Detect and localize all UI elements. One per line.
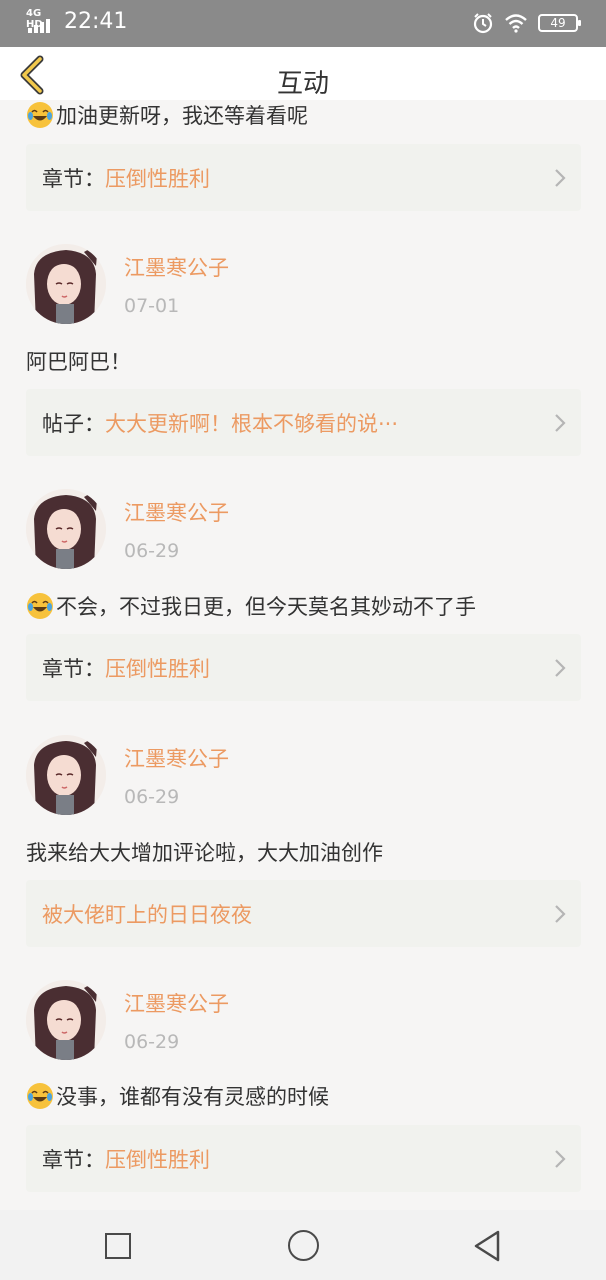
wifi-icon bbox=[505, 14, 527, 33]
laughing-tears-emoji-icon bbox=[27, 593, 53, 619]
reference-card[interactable]: 帖子： 大大更新啊！根本不够看的说··· bbox=[26, 389, 581, 456]
comment-text: 没事，谁都有没有灵感的时候 bbox=[26, 1081, 329, 1111]
laughing-tears-emoji-icon bbox=[27, 102, 53, 128]
comment-date: 06-29 bbox=[124, 1031, 180, 1053]
avatar-image bbox=[26, 244, 106, 324]
status-bar: 4G HD 22:41 49 bbox=[0, 0, 606, 47]
comment-text: 加油更新呀，我还等着看呢 bbox=[26, 100, 308, 130]
reference-title: 大大更新啊！根本不够看的说··· bbox=[105, 411, 399, 436]
reference-prefix: 章节： bbox=[42, 1147, 105, 1172]
avatar-image bbox=[26, 980, 106, 1060]
chevron-right-icon bbox=[555, 905, 566, 923]
page-title: 互动 bbox=[276, 69, 329, 99]
reference-card[interactable]: 章节： 压倒性胜利 bbox=[26, 634, 581, 701]
avatar-image bbox=[26, 735, 106, 815]
comment-date: 07-01 bbox=[124, 295, 180, 317]
username[interactable]: 江墨寒公子 bbox=[124, 743, 229, 773]
reference-title: 压倒性胜利 bbox=[105, 166, 210, 191]
network-icon: 4G HD bbox=[26, 8, 58, 34]
chevron-right-icon bbox=[555, 169, 566, 187]
avatar[interactable] bbox=[26, 489, 106, 569]
recent-apps-icon[interactable] bbox=[105, 1233, 131, 1259]
reference-card[interactable]: 章节： 压倒性胜利 bbox=[26, 144, 581, 211]
reference-prefix: 章节： bbox=[42, 656, 105, 681]
comment-date: 06-29 bbox=[124, 540, 180, 562]
comment-date: 06-29 bbox=[124, 786, 180, 808]
chevron-right-icon bbox=[555, 1150, 566, 1168]
chevron-right-icon bbox=[555, 414, 566, 432]
system-back-icon[interactable] bbox=[472, 1229, 502, 1263]
header: 互动 bbox=[0, 47, 606, 100]
reference-card[interactable]: 被大佬盯上的日日夜夜 bbox=[26, 880, 581, 947]
reference-prefix: 章节： bbox=[42, 166, 105, 191]
reference-prefix: 帖子： bbox=[42, 411, 105, 436]
battery-level: 49 bbox=[550, 16, 566, 30]
home-icon[interactable] bbox=[288, 1230, 319, 1261]
comment-body: 我来给大大增加评论啦，大大加油创作 bbox=[26, 841, 383, 865]
alarm-icon bbox=[473, 13, 493, 34]
reference-title: 被大佬盯上的日日夜夜 bbox=[42, 902, 252, 927]
laughing-tears-emoji-icon bbox=[27, 1083, 53, 1109]
username[interactable]: 江墨寒公子 bbox=[124, 252, 229, 282]
comment-text: 我来给大大增加评论啦，大大加油创作 bbox=[26, 837, 383, 867]
status-left: 4G HD 22:41 bbox=[26, 8, 128, 34]
interaction-list[interactable]: 加油更新呀，我还等着看呢 章节： 压倒性胜利 江墨寒公子 07-01 阿巴阿巴！… bbox=[0, 100, 606, 1210]
chevron-right-icon bbox=[555, 659, 566, 677]
system-nav-bar bbox=[0, 1210, 606, 1280]
battery-icon: 49 bbox=[538, 14, 581, 32]
reference-title: 压倒性胜利 bbox=[105, 1147, 210, 1172]
comment-body: 阿巴阿巴！ bbox=[26, 350, 131, 374]
username[interactable]: 江墨寒公子 bbox=[124, 497, 229, 527]
comment-body: 没事，谁都有没有灵感的时候 bbox=[56, 1085, 329, 1109]
reference-title: 压倒性胜利 bbox=[105, 656, 210, 681]
comment-text: 阿巴阿巴！ bbox=[26, 346, 131, 376]
comment-body: 不会，不过我日更，但今天莫名其妙动不了手 bbox=[56, 595, 476, 619]
reference-card[interactable]: 章节： 压倒性胜利 bbox=[26, 1125, 581, 1192]
avatar-image bbox=[26, 489, 106, 569]
avatar[interactable] bbox=[26, 980, 106, 1060]
comment-text: 不会，不过我日更，但今天莫名其妙动不了手 bbox=[26, 591, 476, 621]
avatar[interactable] bbox=[26, 244, 106, 324]
avatar[interactable] bbox=[26, 735, 106, 815]
status-right: 49 bbox=[472, 12, 581, 34]
username[interactable]: 江墨寒公子 bbox=[124, 988, 229, 1018]
comment-body: 加油更新呀，我还等着看呢 bbox=[56, 104, 308, 128]
clock: 22:41 bbox=[64, 9, 128, 34]
